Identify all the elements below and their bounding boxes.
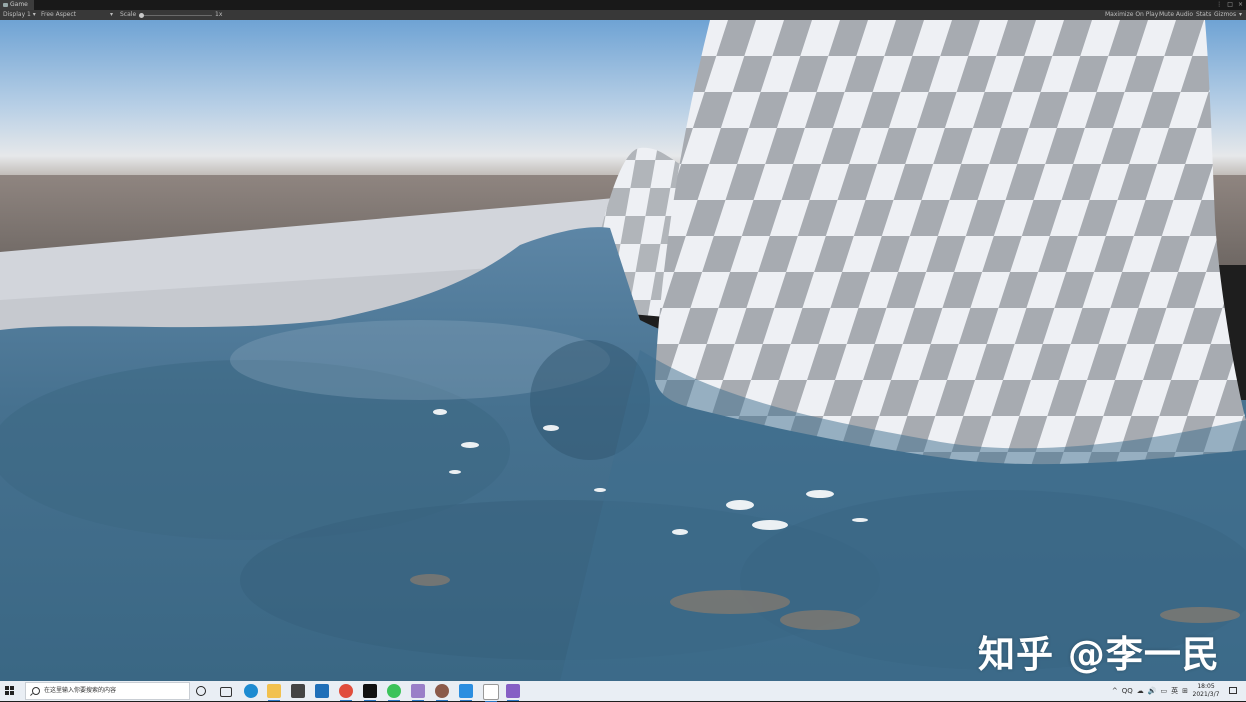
unity-hub-icon[interactable] <box>483 684 499 702</box>
tab-game-label: Game <box>10 1 28 8</box>
close-icon[interactable]: × <box>1238 0 1243 10</box>
network-icon[interactable]: ▭ <box>1161 687 1168 695</box>
chevron-down-icon: ▾ <box>1239 11 1243 18</box>
tray-chevron-icon[interactable]: ^ <box>1112 687 1118 695</box>
windows-start-icon[interactable] <box>5 686 15 696</box>
search-icon <box>32 687 40 695</box>
mute-audio-toggle[interactable]: Mute Audio <box>1159 10 1193 20</box>
scale-value: 1x <box>215 11 223 18</box>
system-tray: ^ QQ ☁ 🔊 ▭ 英 ⊞ <box>1112 681 1188 701</box>
chrome-icon[interactable] <box>339 684 353 701</box>
maximize-on-play-toggle[interactable]: Maximize On Play <box>1105 10 1158 20</box>
scale-label: Scale <box>120 11 137 18</box>
search-placeholder: 在这里输入你要搜索的内容 <box>44 687 117 694</box>
cortana-icon[interactable] <box>196 686 206 696</box>
aspect-label: Free Aspect <box>41 11 77 18</box>
gizmos-dropdown[interactable]: Gizmos <box>1214 10 1236 20</box>
clock-time: 18:05 <box>1197 683 1215 690</box>
window-controls: ⋮ □ × <box>1216 0 1243 10</box>
game-view-toolbar: Display 1 ▾ Free Aspect ▾ Scale 1x Maxim… <box>0 10 1246 20</box>
stats-toggle[interactable]: Stats <box>1196 10 1211 20</box>
app-icon-2[interactable] <box>435 684 449 701</box>
game-viewport[interactable]: 知乎 @李一民 <box>0 20 1246 681</box>
wechat-icon[interactable] <box>387 684 401 701</box>
display-dropdown[interactable]: Display 1 ▾ <box>3 10 36 20</box>
chevron-down-icon: ▾ <box>110 11 114 18</box>
notification-icon[interactable] <box>1229 687 1237 694</box>
windows-taskbar: 在这里输入你要搜索的内容 ^ QQ ☁ 🔊 ▭ 英 ⊞ 18:05 2021/3… <box>0 681 1246 702</box>
edge-icon[interactable] <box>244 684 258 698</box>
volume-icon[interactable]: 🔊 <box>1148 687 1157 695</box>
display-label: Display 1 <box>3 11 31 18</box>
editor-tab-bar: Game ⋮ □ × <box>0 0 1246 10</box>
task-view-icon[interactable] <box>220 687 232 697</box>
store-icon[interactable] <box>291 684 305 698</box>
mail-icon[interactable] <box>315 684 329 698</box>
more-options-icon[interactable]: ⋮ <box>1216 0 1222 10</box>
app-icon-3[interactable] <box>459 684 473 701</box>
qq-icon[interactable]: QQ <box>1122 687 1133 695</box>
scale-slider[interactable] <box>142 14 212 16</box>
watermark: 知乎 @李一民 <box>978 633 1220 676</box>
taskbar-clock[interactable]: 18:05 2021/3/7 <box>1188 683 1224 699</box>
app-icon[interactable] <box>411 684 425 701</box>
maximize-icon[interactable]: □ <box>1227 0 1233 10</box>
aspect-dropdown[interactable]: Free Aspect <box>41 10 76 20</box>
taskbar-search-input[interactable]: 在这里输入你要搜索的内容 <box>25 682 190 700</box>
game-view-icon <box>3 3 8 7</box>
file-explorer-icon[interactable] <box>267 684 281 701</box>
cloud-icon[interactable]: ☁ <box>1137 687 1144 695</box>
unity-icon[interactable] <box>363 684 377 701</box>
clock-date: 2021/3/7 <box>1192 691 1220 698</box>
ime-icon[interactable]: 英 <box>1171 686 1178 696</box>
visual-studio-icon[interactable] <box>506 684 520 701</box>
scene-render <box>0 20 1246 681</box>
chevron-down-icon: ▾ <box>32 11 36 18</box>
scale-slider-handle[interactable] <box>139 12 144 18</box>
tab-game[interactable]: Game <box>0 0 34 10</box>
